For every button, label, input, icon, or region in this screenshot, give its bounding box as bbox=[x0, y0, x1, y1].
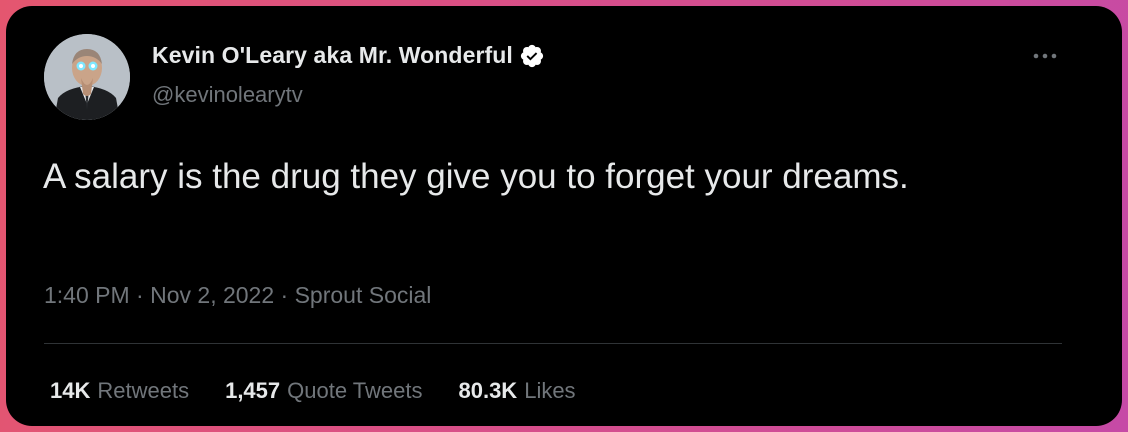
author-name-row[interactable]: Kevin O'Leary aka Mr. Wonderful bbox=[152, 42, 545, 69]
avatar[interactable] bbox=[44, 34, 130, 120]
tweet-date[interactable]: Nov 2, 2022 bbox=[150, 282, 274, 309]
profile-photo-icon bbox=[44, 34, 130, 120]
meta-separator: · bbox=[274, 282, 295, 308]
verified-badge-icon bbox=[519, 43, 545, 69]
quote-tweets-stat[interactable]: 1,457 Quote Tweets bbox=[225, 378, 422, 404]
quote-tweets-count: 1,457 bbox=[225, 378, 281, 403]
tweet-text: A salary is the drug they give you to fo… bbox=[43, 157, 909, 196]
divider bbox=[44, 343, 1062, 344]
likes-label: Likes bbox=[524, 378, 576, 403]
tweet-stats: 14K Retweets 1,457 Quote Tweets 80.3K Li… bbox=[50, 378, 576, 404]
tweet-meta: 1:40 PM · Nov 2, 2022 · Sprout Social bbox=[44, 282, 431, 309]
likes-count: 80.3K bbox=[458, 378, 518, 403]
meta-separator: · bbox=[129, 282, 151, 308]
quote-tweets-label: Quote Tweets bbox=[287, 378, 423, 403]
tweet-card: Kevin O'Leary aka Mr. Wonderful @kevinol… bbox=[6, 6, 1122, 426]
retweets-label: Retweets bbox=[97, 378, 190, 403]
tweet-source[interactable]: Sprout Social bbox=[295, 282, 432, 309]
tweet-time[interactable]: 1:40 PM bbox=[44, 282, 130, 309]
retweets-count: 14K bbox=[50, 378, 91, 403]
likes-stat[interactable]: 80.3K Likes bbox=[458, 378, 575, 404]
author-display-name[interactable]: Kevin O'Leary aka Mr. Wonderful bbox=[152, 42, 513, 69]
author-handle[interactable]: @kevinolearytv bbox=[152, 82, 303, 108]
retweets-stat[interactable]: 14K Retweets bbox=[50, 378, 189, 404]
more-options-icon[interactable] bbox=[1030, 46, 1060, 66]
